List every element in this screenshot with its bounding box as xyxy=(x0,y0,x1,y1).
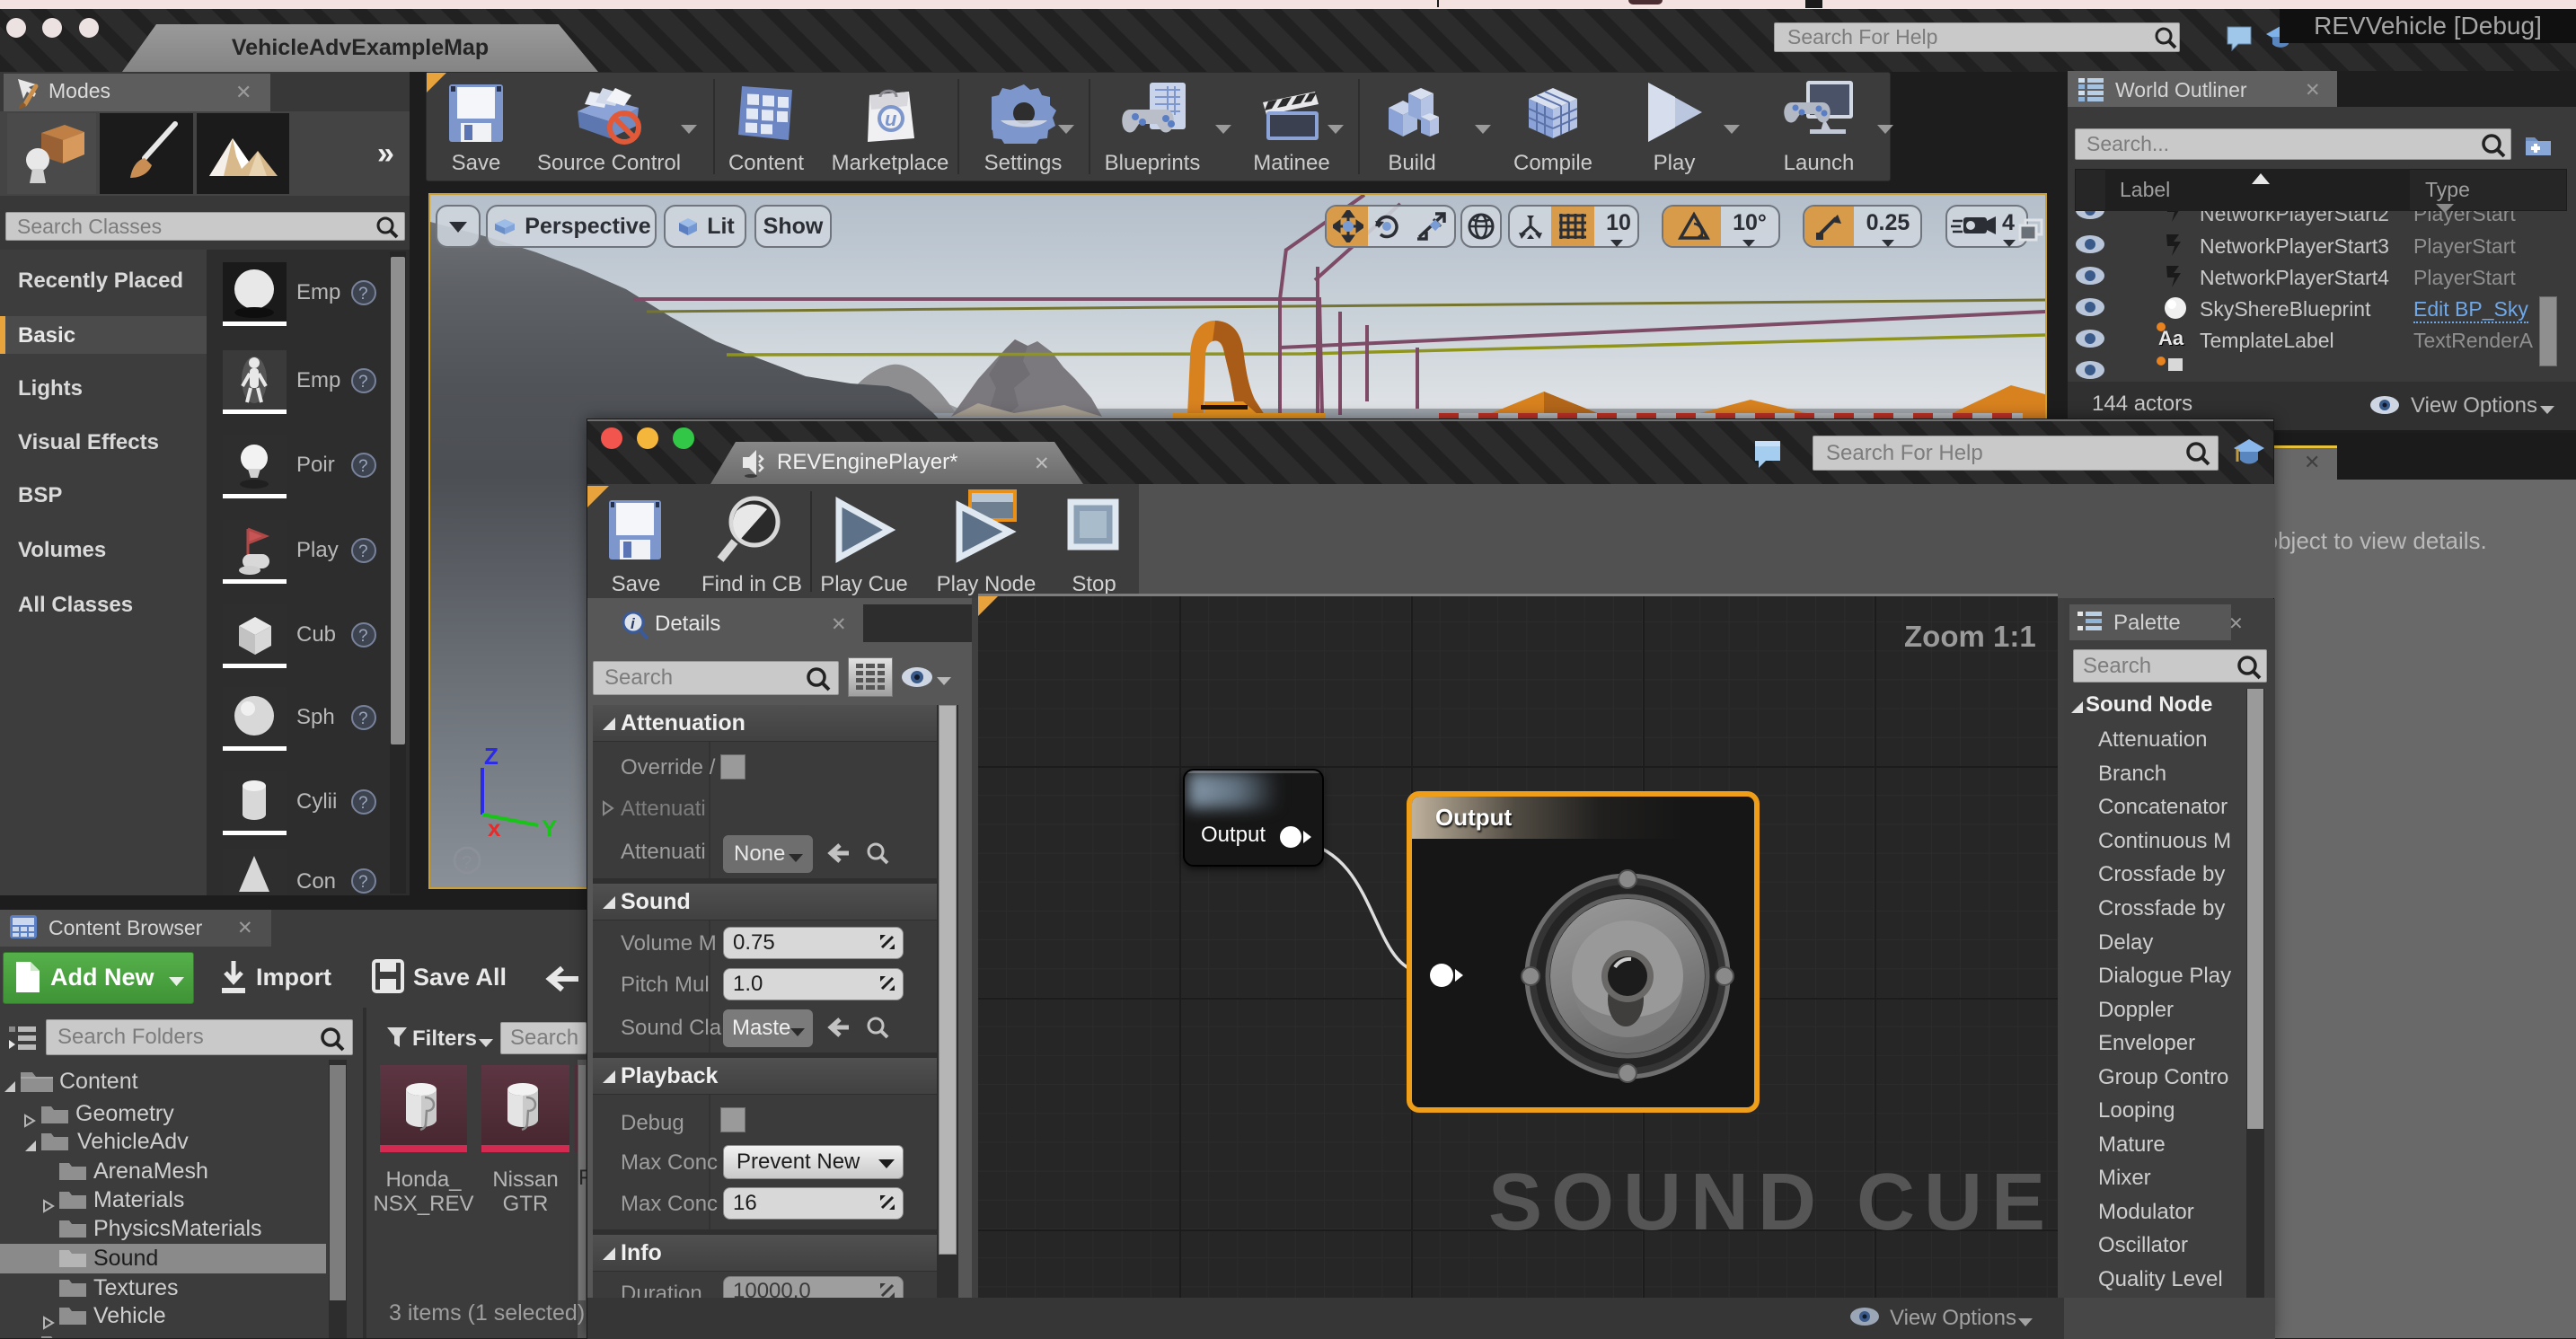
svg-text:x: x xyxy=(488,815,501,841)
svg-text:?: ? xyxy=(358,285,368,304)
svg-text:?: ? xyxy=(358,542,368,561)
svg-text:Y: Y xyxy=(542,815,557,841)
svg-text:?: ? xyxy=(358,794,368,813)
svg-text:?: ? xyxy=(358,373,368,392)
svg-text:Z: Z xyxy=(484,743,498,770)
svg-text:?: ? xyxy=(358,709,368,728)
svg-text:u: u xyxy=(885,108,897,130)
svg-text:?: ? xyxy=(358,627,368,646)
svg-text:?: ? xyxy=(358,457,368,476)
svg-text:?: ? xyxy=(462,853,472,873)
svg-text:?: ? xyxy=(358,873,368,892)
